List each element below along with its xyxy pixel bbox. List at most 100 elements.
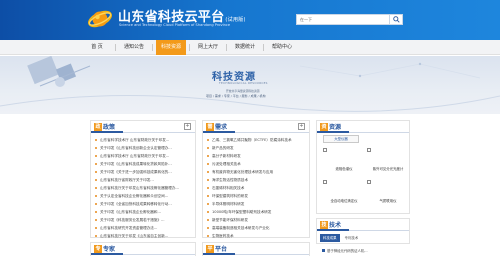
demand-list: 乙烯、三氯氧乙烯共聚物（ECTFE）防腐涂料技术 新产品的研发 高分子新材料研发…: [203, 133, 309, 240]
list-item[interactable]: 环保型建筑材料的研发: [207, 192, 309, 200]
list-item[interactable]: 污泥处理相关技术: [207, 160, 309, 168]
bullet-icon: [207, 179, 209, 181]
list-item[interactable]: 关于印发《山东省科技成果转化贷款风险补...: [95, 160, 195, 168]
list-item[interactable]: 生物医药技术: [207, 232, 309, 240]
list-item[interactable]: 高分子新材料研发: [207, 152, 309, 160]
tab-large-instruments[interactable]: 大型仪器: [323, 135, 359, 143]
header-underline: [203, 253, 235, 255]
bullet-icon: [207, 139, 209, 141]
nav-divider: [226, 44, 227, 51]
list-item[interactable]: 海洋生物活性物质技术: [207, 176, 309, 184]
logo-icon: [88, 10, 112, 28]
list-item[interactable]: 山东省科技厅关于印发山东省科技孵化器管理办...: [95, 184, 195, 192]
nav-tech-resources[interactable]: 科技资源: [156, 40, 186, 55]
policy-icon: 政: [94, 122, 102, 131]
more-button[interactable]: +: [298, 123, 305, 130]
list-item[interactable]: 半导体照明材料研发: [207, 200, 309, 208]
tab-patents[interactable]: 专利技术: [342, 234, 362, 242]
banner: 科技资源 TECHNOLOGICAL RESOURCES 开放共享海量资源科技资…: [0, 56, 500, 114]
tech-item-label: 基于神经元代码的证人机...: [327, 249, 368, 253]
list-item[interactable]: 新型节能环保材料研发: [207, 216, 309, 224]
nav-statistics[interactable]: 数据统计: [230, 40, 260, 55]
header-underline: [317, 229, 349, 231]
checkbox[interactable]: [367, 148, 371, 152]
nav-online-hall[interactable]: 网上大厅: [193, 40, 223, 55]
list-item[interactable]: 山东省科技厅关于印发《山东省自主创新...: [95, 232, 195, 240]
list-item[interactable]: 山东省科技研究开发资金管理办法...: [95, 224, 195, 232]
nav-home[interactable]: 首 页: [82, 40, 112, 55]
platform-panel: 平 平台: [202, 242, 310, 256]
list-item[interactable]: 高端装备制造相关技术研发与产业化: [207, 224, 309, 232]
bullet-icon: [95, 155, 97, 157]
resource-caption: 全自动电位滴定仪: [330, 199, 358, 203]
search-button[interactable]: [390, 14, 403, 25]
checkbox[interactable]: [367, 180, 371, 184]
header-underline: [317, 131, 349, 133]
bullet-icon: [95, 211, 97, 213]
bullet-icon: [207, 219, 209, 221]
nav-divider: [152, 44, 153, 51]
checkbox[interactable]: [323, 148, 327, 152]
nav-divider: [115, 44, 116, 51]
tech-tabs: 科技成果 专利技术: [320, 234, 363, 242]
bullet-icon: [207, 195, 209, 197]
tech-panel: 技 技术 科技成果 专利技术: [316, 218, 410, 244]
expert-panel: 专 专家: [90, 242, 196, 256]
search-input[interactable]: [297, 15, 389, 24]
list-item[interactable]: 有机废弃物无害化处理技术研发与应用: [207, 168, 309, 176]
bullet-icon: [95, 227, 97, 229]
tab-achievements[interactable]: 科技成果: [320, 234, 340, 242]
list-item[interactable]: 山东省科学技术厅 山东省财政厅关于印发...: [95, 152, 195, 160]
list-item[interactable]: 山东省科学技术厅 山东省财政厅关于印发...: [95, 136, 195, 144]
list-item[interactable]: 石墨烯材料相关技术: [207, 184, 309, 192]
list-item[interactable]: 10000吨/年环保型塑料助剂技术研发: [207, 208, 309, 216]
bullet-icon: [207, 211, 209, 213]
list-item[interactable]: 关于印发《山东省科技创新企业认定管理办...: [95, 144, 195, 152]
demand-icon: 需: [206, 122, 214, 131]
list-item[interactable]: 山东省科技厅省财政厅关于印发...: [95, 176, 195, 184]
checkbox[interactable]: [323, 180, 327, 184]
nav-help[interactable]: 帮助中心: [267, 40, 297, 55]
list-item[interactable]: 乙烯、三氯氧乙烯共聚物（ECTFE）防腐涂料技术: [207, 136, 309, 144]
more-button[interactable]: +: [184, 123, 191, 130]
bullet-icon: [95, 139, 97, 141]
bullet-icon: [207, 227, 209, 229]
bullet-icon: [207, 187, 209, 189]
list-item[interactable]: 关于印发《全省加快科技成果转移转化行动...: [95, 200, 195, 208]
demand-panel: 需 需求 + 乙烯、三氯氧乙烯共聚物（ECTFE）防腐涂料技术 新产品的研发 高…: [202, 120, 310, 238]
satellite-illustration: [0, 56, 500, 112]
list-item[interactable]: 关于认定全省科技企业孵化器和众创空间...: [95, 192, 195, 200]
bullet-icon: [95, 235, 97, 237]
tech-title: 技术: [329, 222, 342, 229]
nav-divider: [189, 44, 190, 51]
policy-panel: 政 政策 + 山东省科学技术厅 山东省财政厅关于印发... 关于印发《山东省科技…: [90, 120, 196, 238]
platform-title: 平台: [215, 246, 228, 253]
header-underline: [91, 131, 123, 133]
resource-item[interactable]: 紫外可见分光光度计: [367, 148, 423, 174]
nav-notices[interactable]: 通知公告: [119, 40, 149, 55]
list-item[interactable]: 关于印发《山东省科技企业孵化器和...: [95, 208, 195, 216]
expert-icon: 专: [94, 244, 102, 253]
list-item[interactable]: 新产品的研发: [207, 144, 309, 152]
policy-list: 山东省科学技术厅 山东省财政厅关于印发... 关于印发《山东省科技创新企业认定管…: [91, 133, 195, 240]
list-item[interactable]: 关于印发《科技服务业发展若干措施》...: [95, 216, 195, 224]
resource-item[interactable]: 气质联用仪: [367, 180, 423, 206]
tech-icon: 技: [320, 220, 328, 229]
header-underline: [203, 131, 235, 133]
header-underline: [91, 253, 123, 255]
bullet-icon: [207, 155, 209, 157]
bullet-icon: [95, 219, 97, 221]
tech-panel-header: 技 技术: [317, 219, 409, 231]
resource-caption: 气质联用仪: [379, 199, 397, 203]
demand-title: 需求: [215, 124, 228, 131]
search-field[interactable]: [296, 14, 390, 25]
bullet-icon: [95, 147, 97, 149]
bullet-icon: [207, 203, 209, 205]
platform-icon: 平: [206, 244, 214, 253]
site-subtitle: Science and Technology Cloud Platform of…: [119, 23, 231, 27]
tech-list-item[interactable]: 基于神经元代码的证人机...: [322, 248, 368, 253]
expert-title: 专家: [103, 246, 116, 253]
bullet-icon: [95, 187, 97, 189]
bullet-icon: [207, 147, 209, 149]
list-item[interactable]: 关于印发《关于进一步加强科技成果转化的...: [95, 168, 195, 176]
